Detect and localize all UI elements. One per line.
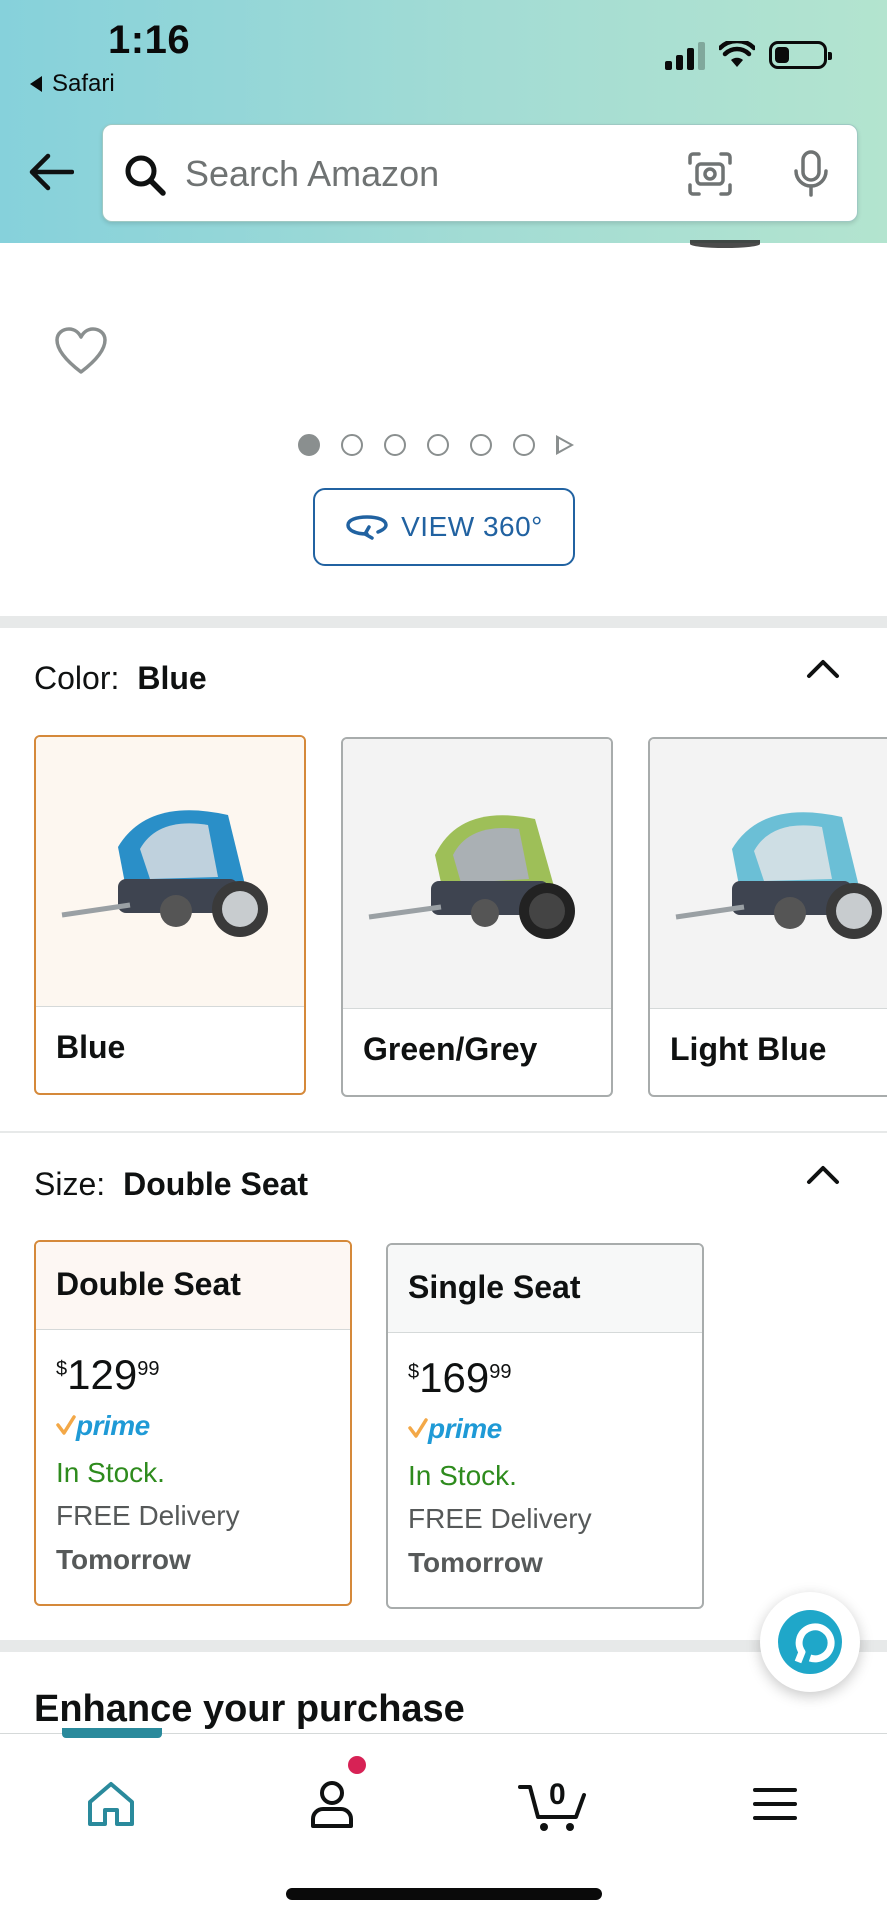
alexa-icon bbox=[778, 1610, 842, 1674]
color-swatch-image bbox=[650, 739, 887, 1009]
carousel-dot[interactable] bbox=[513, 434, 535, 456]
tab-menu[interactable] bbox=[730, 1764, 820, 1844]
prime-label: prime bbox=[428, 1413, 502, 1444]
rotate-360-icon bbox=[346, 515, 388, 540]
price-whole: 129 bbox=[67, 1351, 138, 1398]
prime-badge: prime bbox=[408, 1409, 682, 1449]
color-swatch-name: Blue bbox=[56, 1029, 126, 1065]
battery-icon bbox=[769, 41, 832, 69]
carousel-dot[interactable] bbox=[427, 434, 449, 456]
chevron-up-icon[interactable] bbox=[805, 656, 841, 680]
color-selected-value: Blue bbox=[137, 660, 207, 696]
top-bar: 1:16 Safari bbox=[0, 0, 887, 243]
back-app-label: Safari bbox=[52, 70, 115, 97]
color-swatch-name: Light Blue bbox=[670, 1031, 827, 1067]
size-variation-label: Size: Double Seat bbox=[34, 1166, 308, 1203]
prime-badge: prime bbox=[56, 1406, 330, 1446]
carousel-dot[interactable] bbox=[384, 434, 406, 456]
delivery-day: Tomorrow bbox=[56, 1544, 191, 1575]
stock-status: In Stock. bbox=[56, 1457, 165, 1488]
tab-home[interactable] bbox=[66, 1764, 156, 1844]
price-fraction: 99 bbox=[137, 1358, 160, 1380]
camera-scan-icon[interactable] bbox=[687, 151, 733, 197]
view-360-button[interactable]: VIEW 360° bbox=[313, 488, 575, 566]
section-divider bbox=[0, 616, 887, 628]
section-divider bbox=[0, 1640, 887, 1652]
notification-dot bbox=[348, 1756, 366, 1774]
bike-trailer-blue-image bbox=[61, 810, 268, 937]
color-swatch-green-grey[interactable]: Green/Grey bbox=[341, 737, 613, 1097]
price-currency: $ bbox=[408, 1361, 420, 1383]
color-label: Color: bbox=[34, 660, 120, 696]
size-option-single-seat[interactable]: Single Seat $ 169 99 prime In Stock. FRE… bbox=[386, 1243, 704, 1609]
menu-icon bbox=[753, 1788, 797, 1820]
size-option-name: Single Seat bbox=[388, 1245, 702, 1333]
alexa-button[interactable] bbox=[760, 1592, 860, 1692]
bike-trailer-green-image bbox=[368, 815, 575, 939]
section-divider bbox=[0, 1131, 887, 1133]
prime-label: prime bbox=[76, 1410, 150, 1441]
search-icon bbox=[125, 155, 166, 196]
price: $ 169 99 bbox=[408, 1355, 682, 1405]
color-swatch-name: Green/Grey bbox=[363, 1031, 538, 1067]
cellular-signal-icon bbox=[665, 40, 705, 70]
color-swatch-image bbox=[343, 739, 611, 1009]
back-arrow-icon[interactable] bbox=[28, 152, 74, 192]
chevron-up-icon[interactable] bbox=[805, 1162, 841, 1186]
prime-check-icon bbox=[408, 1418, 428, 1438]
stock-status: In Stock. bbox=[408, 1460, 517, 1491]
size-selected-value: Double Seat bbox=[123, 1166, 309, 1202]
product-image-edge bbox=[690, 240, 760, 248]
carousel-dot-active[interactable] bbox=[298, 434, 320, 456]
back-triangle-icon bbox=[30, 76, 42, 92]
color-swatch-light-blue[interactable]: Light Blue bbox=[648, 737, 887, 1097]
bike-trailer-light-blue-image bbox=[675, 812, 882, 939]
video-play-icon[interactable] bbox=[556, 435, 574, 455]
prime-check-icon bbox=[56, 1415, 76, 1435]
carousel-dot[interactable] bbox=[341, 434, 363, 456]
delivery-text: FREE Delivery bbox=[56, 1500, 240, 1531]
microphone-icon[interactable] bbox=[791, 149, 831, 199]
carousel-dots[interactable] bbox=[298, 434, 574, 456]
status-time: 1:16 bbox=[108, 18, 191, 62]
price-whole: 169 bbox=[419, 1354, 490, 1401]
price-fraction: 99 bbox=[489, 1361, 512, 1383]
heart-icon[interactable] bbox=[54, 326, 108, 376]
status-icons bbox=[665, 40, 832, 70]
wifi-icon bbox=[719, 41, 755, 67]
color-swatch-image bbox=[36, 737, 304, 1007]
back-to-safari[interactable]: Safari bbox=[30, 70, 115, 98]
delivery-day: Tomorrow bbox=[408, 1547, 543, 1578]
section-heading: Enhance your purchase bbox=[34, 1688, 465, 1730]
home-icon bbox=[88, 1782, 134, 1826]
size-option-double-seat[interactable]: Double Seat $ 129 99 prime In Stock. FRE… bbox=[34, 1240, 352, 1606]
price: $ 129 99 bbox=[56, 1352, 330, 1402]
delivery-text: FREE Delivery bbox=[408, 1503, 592, 1534]
tab-cart[interactable]: 0 bbox=[508, 1764, 598, 1844]
tab-account[interactable] bbox=[287, 1764, 377, 1844]
price-currency: $ bbox=[56, 1358, 68, 1380]
account-icon bbox=[311, 1781, 353, 1828]
color-variation-label: Color: Blue bbox=[34, 660, 207, 697]
cart-count: 0 bbox=[549, 1778, 566, 1811]
size-label: Size: bbox=[34, 1166, 106, 1202]
view-360-label: VIEW 360° bbox=[401, 511, 543, 542]
carousel-dot[interactable] bbox=[470, 434, 492, 456]
color-swatch-blue[interactable]: Blue bbox=[34, 735, 306, 1095]
size-option-name: Double Seat bbox=[36, 1242, 350, 1330]
search-bar[interactable] bbox=[102, 124, 858, 222]
active-tab-indicator bbox=[62, 1728, 162, 1738]
search-input[interactable] bbox=[185, 147, 665, 201]
home-indicator[interactable] bbox=[286, 1888, 602, 1900]
